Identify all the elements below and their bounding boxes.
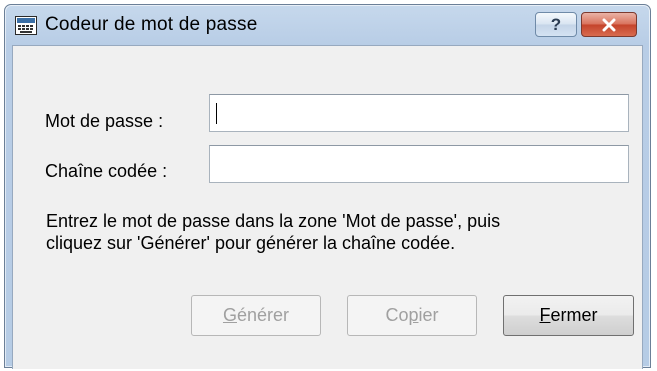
copy-label-end: ier — [418, 305, 439, 325]
copy-label-start: Co — [385, 305, 409, 325]
encoded-string-label: Chaîne codée : — [45, 161, 168, 181]
dialog-body: Mot de passe : Chaîne codée : Entrez le … — [12, 45, 643, 369]
encoded-string-field[interactable] — [209, 145, 629, 183]
copy-button[interactable]: Co p ier — [347, 295, 477, 336]
text-caret — [216, 103, 217, 124]
generate-button[interactable]: Générer — [191, 295, 321, 336]
copy-accel-key: p — [408, 305, 419, 325]
close-button[interactable]: Fermer — [503, 295, 634, 336]
instruction-line-1: Entrez le mot de passe dans la zone 'Mot… — [46, 211, 501, 231]
instruction-line-2: cliquez sur 'Générer' pour générer la ch… — [46, 233, 456, 253]
generate-label: énérer — [236, 305, 290, 325]
help-icon: ? — [550, 14, 562, 34]
dialog-window: Codeur de mot de passe ? Mot de passe : … — [4, 4, 651, 369]
instruction-text: Entrez le mot de passe dans la zone 'Mot… — [46, 210, 626, 254]
close-window-button[interactable] — [581, 12, 637, 37]
close-label: ermer — [550, 305, 598, 325]
password-label: Mot de passe : — [45, 111, 164, 131]
window-title: Codeur de mot de passe — [45, 14, 258, 35]
generate-accel-key: G — [222, 305, 237, 325]
close-icon — [602, 18, 616, 31]
password-input[interactable] — [209, 94, 629, 132]
help-button[interactable]: ? — [535, 12, 577, 37]
title-bar[interactable]: Codeur de mot de passe ? — [5, 5, 650, 45]
keyboard-app-icon — [15, 16, 37, 35]
close-accel-key: F — [539, 305, 551, 325]
